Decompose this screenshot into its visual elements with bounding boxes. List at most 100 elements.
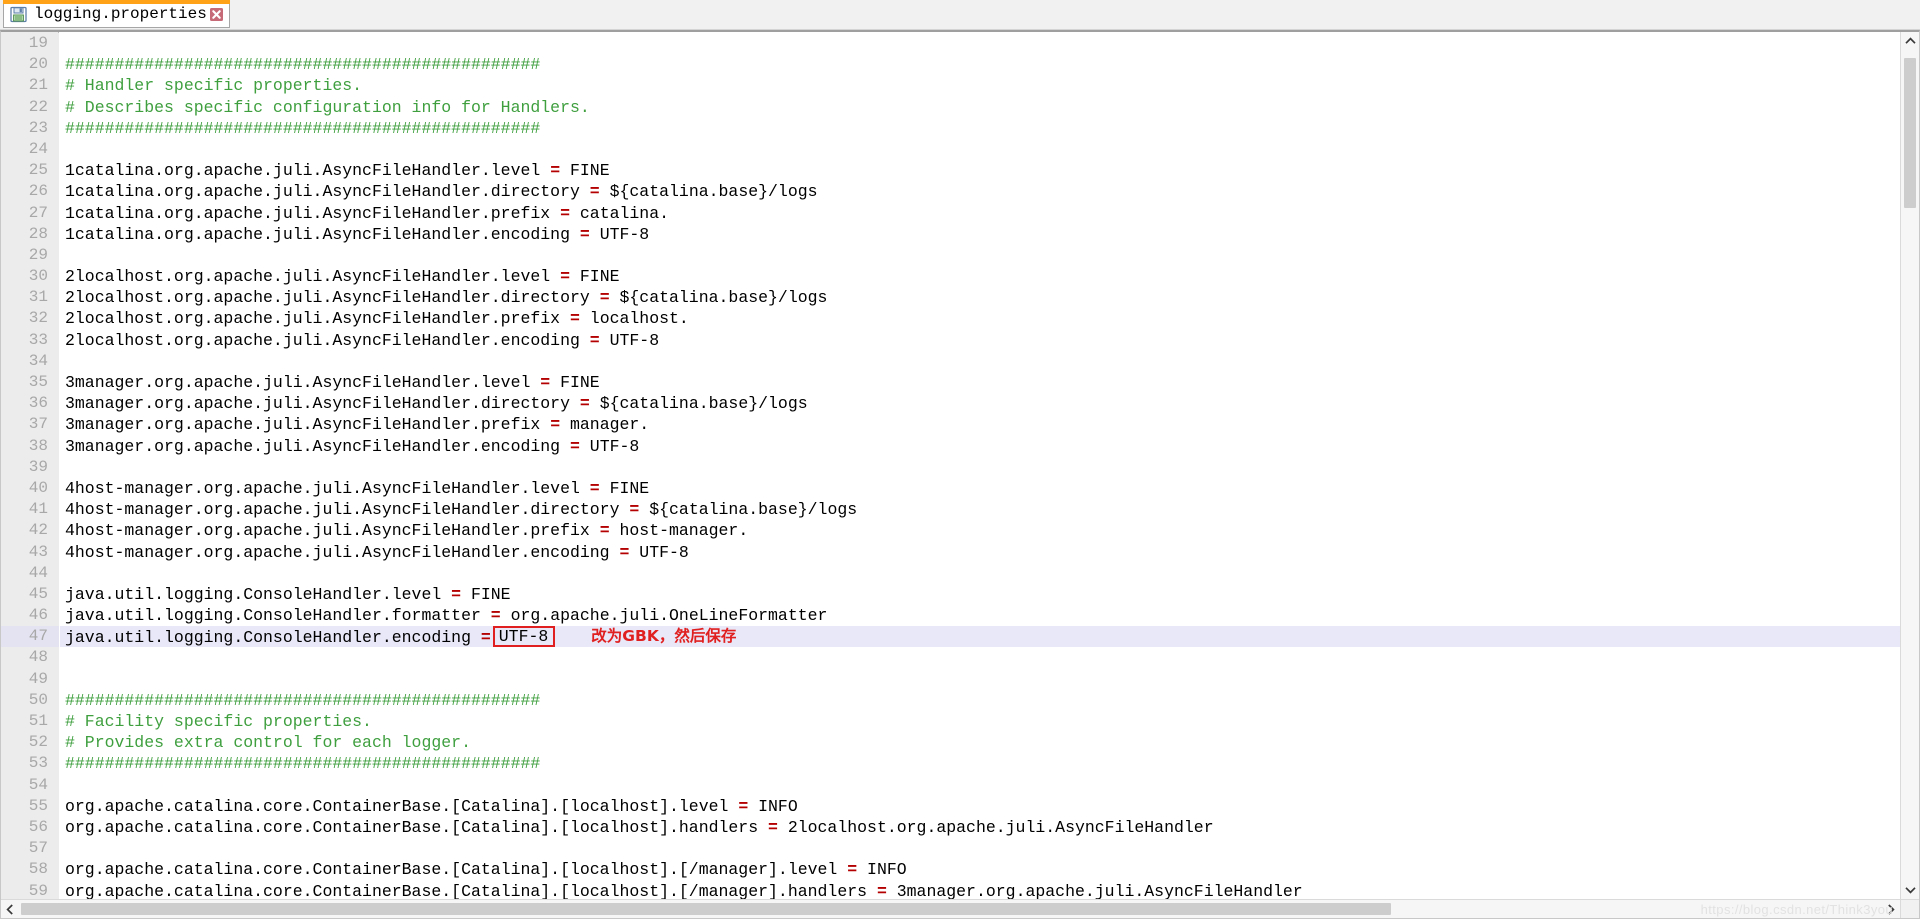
- code-line-text[interactable]: 4host-manager.org.apache.juli.AsyncFileH…: [60, 520, 1900, 541]
- code-line-text[interactable]: org.apache.catalina.core.ContainerBase.[…: [60, 881, 1900, 900]
- code-line[interactable]: 424host-manager.org.apache.juli.AsyncFil…: [1, 520, 1900, 541]
- code-line[interactable]: 281catalina.org.apache.juli.AsyncFileHan…: [1, 224, 1900, 245]
- code-line[interactable]: 312localhost.org.apache.juli.AsyncFileHa…: [1, 287, 1900, 308]
- code-line[interactable]: 47java.util.logging.ConsoleHandler.encod…: [1, 626, 1900, 647]
- code-line[interactable]: 58org.apache.catalina.core.ContainerBase…: [1, 859, 1900, 880]
- code-line-text[interactable]: [60, 563, 1900, 584]
- code-line-text[interactable]: ########################################…: [60, 54, 1900, 75]
- horizontal-scroll-thumb[interactable]: [21, 903, 1391, 915]
- code-line[interactable]: 55org.apache.catalina.core.ContainerBase…: [1, 796, 1900, 817]
- code-line-text[interactable]: # Describes specific configuration info …: [60, 97, 1900, 118]
- code-line[interactable]: 373manager.org.apache.juli.AsyncFileHand…: [1, 414, 1900, 435]
- code-lines[interactable]: 1920####################################…: [1, 32, 1900, 899]
- code-line-text[interactable]: [60, 775, 1900, 796]
- vertical-scroll-thumb[interactable]: [1904, 58, 1916, 208]
- code-line-text[interactable]: ########################################…: [60, 690, 1900, 711]
- code-line-text[interactable]: [60, 33, 1900, 54]
- code-line-text[interactable]: [60, 139, 1900, 160]
- code-line-text[interactable]: 2localhost.org.apache.juli.AsyncFileHand…: [60, 308, 1900, 329]
- code-line-text[interactable]: [60, 351, 1900, 372]
- code-line[interactable]: 51# Facility specific properties.: [1, 711, 1900, 732]
- code-line[interactable]: 322localhost.org.apache.juli.AsyncFileHa…: [1, 308, 1900, 329]
- chevron-right-icon[interactable]: [1882, 900, 1900, 918]
- code-line-text[interactable]: org.apache.catalina.core.ContainerBase.[…: [60, 859, 1900, 880]
- code-line[interactable]: 251catalina.org.apache.juli.AsyncFileHan…: [1, 160, 1900, 181]
- code-line[interactable]: 53######################################…: [1, 753, 1900, 774]
- horizontal-scrollbar[interactable]: [1, 899, 1900, 918]
- code-line-text[interactable]: 2localhost.org.apache.juli.AsyncFileHand…: [60, 266, 1900, 287]
- code-line[interactable]: 383manager.org.apache.juli.AsyncFileHand…: [1, 436, 1900, 457]
- code-line[interactable]: 59org.apache.catalina.core.ContainerBase…: [1, 881, 1900, 900]
- code-line-text[interactable]: java.util.logging.ConsoleHandler.formatt…: [60, 605, 1900, 626]
- code-line[interactable]: 414host-manager.org.apache.juli.AsyncFil…: [1, 499, 1900, 520]
- code-line[interactable]: 21# Handler specific properties.: [1, 75, 1900, 96]
- chevron-down-icon[interactable]: [1901, 881, 1919, 899]
- code-line[interactable]: 49: [1, 669, 1900, 690]
- code-line[interactable]: 34: [1, 351, 1900, 372]
- code-line[interactable]: 52# Provides extra control for each logg…: [1, 732, 1900, 753]
- code-text: 2localhost.org.apache.juli.AsyncFileHand…: [65, 331, 590, 350]
- code-line-text[interactable]: 3manager.org.apache.juli.AsyncFileHandle…: [60, 414, 1900, 435]
- code-line-text[interactable]: 3manager.org.apache.juli.AsyncFileHandle…: [60, 393, 1900, 414]
- code-line[interactable]: 44: [1, 563, 1900, 584]
- code-line-text[interactable]: 2localhost.org.apache.juli.AsyncFileHand…: [60, 287, 1900, 308]
- code-line[interactable]: 23######################################…: [1, 118, 1900, 139]
- line-number: 40: [1, 478, 59, 499]
- code-text: 2localhost.org.apache.juli.AsyncFileHand…: [65, 288, 600, 307]
- code-line-text[interactable]: ########################################…: [60, 753, 1900, 774]
- code-line-text[interactable]: [60, 647, 1900, 668]
- code-line[interactable]: 45java.util.logging.ConsoleHandler.level…: [1, 584, 1900, 605]
- code-line-text[interactable]: 1catalina.org.apache.juli.AsyncFileHandl…: [60, 160, 1900, 181]
- code-line-text[interactable]: [60, 457, 1900, 478]
- code-line[interactable]: 54: [1, 775, 1900, 796]
- code-line-text[interactable]: java.util.logging.ConsoleHandler.level =…: [60, 584, 1900, 605]
- code-line[interactable]: 48: [1, 647, 1900, 668]
- code-line-text[interactable]: # Handler specific properties.: [60, 75, 1900, 96]
- code-line-text[interactable]: 4host-manager.org.apache.juli.AsyncFileH…: [60, 478, 1900, 499]
- code-line-text[interactable]: # Provides extra control for each logger…: [60, 732, 1900, 753]
- code-line[interactable]: 50######################################…: [1, 690, 1900, 711]
- code-line[interactable]: 29: [1, 245, 1900, 266]
- code-line-text[interactable]: org.apache.catalina.core.ContainerBase.[…: [60, 796, 1900, 817]
- code-line[interactable]: 271catalina.org.apache.juli.AsyncFileHan…: [1, 203, 1900, 224]
- code-line[interactable]: 302localhost.org.apache.juli.AsyncFileHa…: [1, 266, 1900, 287]
- code-line[interactable]: 353manager.org.apache.juli.AsyncFileHand…: [1, 372, 1900, 393]
- code-line-text[interactable]: # Facility specific properties.: [60, 711, 1900, 732]
- code-line-text[interactable]: [60, 838, 1900, 859]
- tab-logging-properties[interactable]: logging.properties: [3, 1, 230, 28]
- code-line[interactable]: 22# Describes specific configuration inf…: [1, 97, 1900, 118]
- code-line-text[interactable]: 1catalina.org.apache.juli.AsyncFileHandl…: [60, 224, 1900, 245]
- code-line-text[interactable]: 2localhost.org.apache.juli.AsyncFileHand…: [60, 330, 1900, 351]
- code-line-text[interactable]: 4host-manager.org.apache.juli.AsyncFileH…: [60, 499, 1900, 520]
- chevron-up-icon[interactable]: [1901, 32, 1919, 50]
- code-viewport[interactable]: 1920####################################…: [1, 32, 1900, 899]
- code-line[interactable]: 434host-manager.org.apache.juli.AsyncFil…: [1, 542, 1900, 563]
- code-line-text[interactable]: org.apache.catalina.core.ContainerBase.[…: [60, 817, 1900, 838]
- code-line-text[interactable]: [60, 669, 1900, 690]
- code-line[interactable]: 261catalina.org.apache.juli.AsyncFileHan…: [1, 181, 1900, 202]
- code-line-text[interactable]: ########################################…: [60, 118, 1900, 139]
- close-icon[interactable]: [209, 7, 224, 22]
- chevron-left-icon[interactable]: [1, 900, 19, 918]
- code-editor[interactable]: 1920####################################…: [0, 30, 1920, 919]
- code-line-text[interactable]: 4host-manager.org.apache.juli.AsyncFileH…: [60, 542, 1900, 563]
- line-number: 37: [1, 414, 59, 435]
- code-line[interactable]: 20######################################…: [1, 54, 1900, 75]
- assignment-operator: =: [560, 267, 570, 286]
- code-line[interactable]: 363manager.org.apache.juli.AsyncFileHand…: [1, 393, 1900, 414]
- code-line[interactable]: 46java.util.logging.ConsoleHandler.forma…: [1, 605, 1900, 626]
- code-line-text[interactable]: [60, 245, 1900, 266]
- code-line[interactable]: 39: [1, 457, 1900, 478]
- code-line-text[interactable]: 3manager.org.apache.juli.AsyncFileHandle…: [60, 436, 1900, 457]
- code-line[interactable]: 404host-manager.org.apache.juli.AsyncFil…: [1, 478, 1900, 499]
- code-line-text[interactable]: 1catalina.org.apache.juli.AsyncFileHandl…: [60, 203, 1900, 224]
- code-line[interactable]: 57: [1, 838, 1900, 859]
- code-line-text[interactable]: 3manager.org.apache.juli.AsyncFileHandle…: [60, 372, 1900, 393]
- code-line[interactable]: 332localhost.org.apache.juli.AsyncFileHa…: [1, 330, 1900, 351]
- code-line-text[interactable]: java.util.logging.ConsoleHandler.encodin…: [60, 626, 1900, 647]
- vertical-scrollbar[interactable]: [1900, 32, 1919, 899]
- code-line[interactable]: 56org.apache.catalina.core.ContainerBase…: [1, 817, 1900, 838]
- code-line[interactable]: 24: [1, 139, 1900, 160]
- code-line-text[interactable]: 1catalina.org.apache.juli.AsyncFileHandl…: [60, 181, 1900, 202]
- code-line[interactable]: 19: [1, 33, 1900, 54]
